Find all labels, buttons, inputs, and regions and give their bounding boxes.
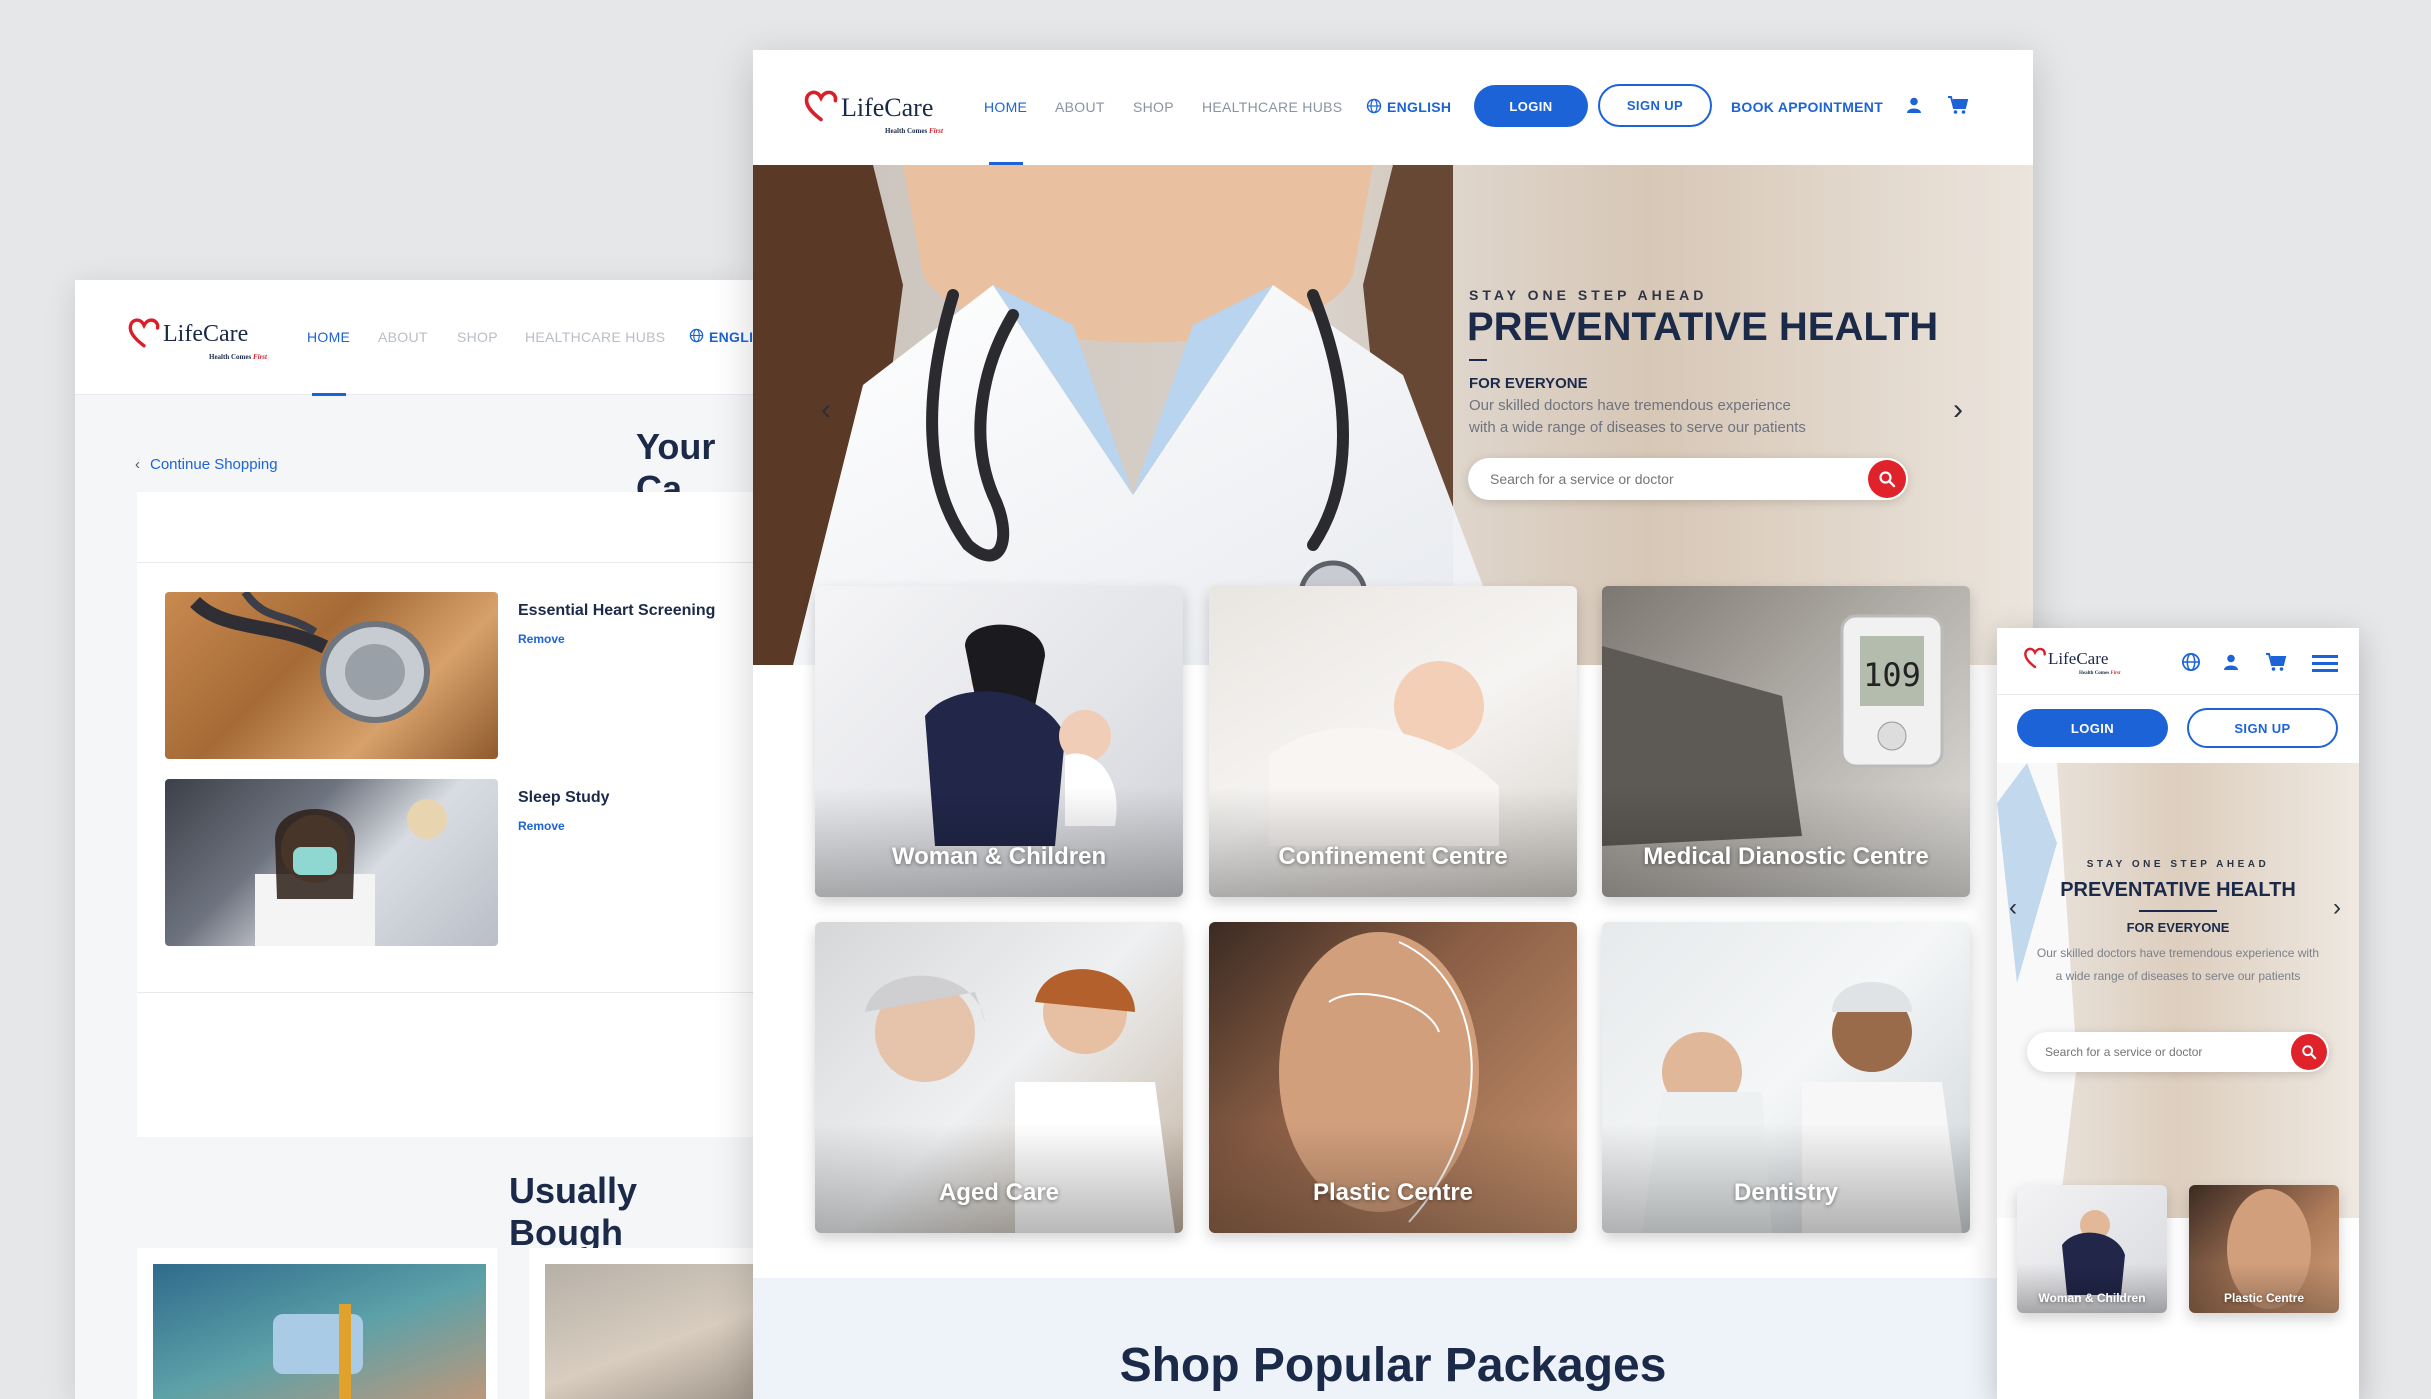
hub-card-label: Plastic Centre xyxy=(2223,1291,2305,1305)
product-image-dental xyxy=(545,1264,755,1399)
nav-active-indicator xyxy=(312,393,346,396)
nav-healthcare-hubs[interactable]: HEALTHCARE HUBS xyxy=(525,329,665,345)
nav-healthcare-hubs[interactable]: HEALTHCARE HUBS xyxy=(1202,99,1342,115)
brand-logo[interactable]: LifeCare Health Comes First xyxy=(2023,646,2120,676)
nav-about[interactable]: ABOUT xyxy=(1055,99,1105,115)
hub-card-label: Plastic Centre xyxy=(1312,1179,1474,1206)
svg-text:109: 109 xyxy=(1863,656,1921,694)
brand-tagline: Health Comes First xyxy=(2079,671,2121,676)
hub-card-label: Aged Care xyxy=(938,1179,1060,1206)
search-icon xyxy=(1879,471,1896,488)
mobile-home-window: LifeCare Health Comes First LOGIN SIGN U… xyxy=(1997,628,2359,1399)
nav-language[interactable]: ENGLI xyxy=(709,329,753,345)
brand-logo[interactable]: LifeCare Health Comes First xyxy=(127,316,267,361)
signup-button[interactable]: SIGN UP xyxy=(2187,708,2338,748)
hero-subtitle: FOR EVERYONE xyxy=(1469,375,1588,392)
user-icon[interactable] xyxy=(1905,96,1923,119)
hero-eyebrow: STAY ONE STEP AHEAD xyxy=(2086,859,2270,870)
nav-home[interactable]: HOME xyxy=(984,99,1027,115)
hero-divider xyxy=(1469,359,1487,361)
mobile-hub-card-woman-children[interactable]: Woman & Children xyxy=(2017,1185,2167,1313)
product-card[interactable] xyxy=(529,1248,755,1399)
brand-tagline: Health Comes First xyxy=(885,127,943,135)
hub-card-label: Woman & Children xyxy=(891,843,1107,870)
nav-shop[interactable]: SHOP xyxy=(457,329,498,345)
hub-card-diagnostic[interactable]: 109 Medical Dianostic Centre xyxy=(1602,586,1970,897)
desktop-header: LifeCare Health Comes First HOME ABOUT S… xyxy=(753,50,2033,165)
hero-subtitle: FOR EVERYONE xyxy=(2126,920,2230,935)
heart-logo-icon xyxy=(128,318,160,348)
cart-items-panel: Essential Heart Screening Remove Sleep S… xyxy=(137,492,755,1137)
menu-icon[interactable] xyxy=(2312,654,2338,677)
hub-card-confinement[interactable]: Confinement Centre xyxy=(1209,586,1577,897)
globe-icon[interactable] xyxy=(1366,98,1382,119)
heart-logo-icon xyxy=(804,90,838,122)
mobile-hub-card-plastic[interactable]: Plastic Centre xyxy=(2189,1185,2339,1313)
login-button[interactable]: LOGIN xyxy=(2017,709,2168,747)
globe-icon[interactable] xyxy=(2181,652,2201,677)
packages-section: Shop Popular Packages xyxy=(753,1278,2033,1399)
hub-card-label: Dentistry xyxy=(1733,1179,1839,1206)
globe-icon[interactable] xyxy=(689,328,704,348)
brand-name: LifeCare xyxy=(163,321,249,347)
cart-icon[interactable] xyxy=(1947,95,1969,120)
item-image-stethoscope xyxy=(165,592,498,759)
brand-name: LifeCare xyxy=(841,93,934,122)
packages-heading: Shop Popular Packages xyxy=(1119,1339,1667,1392)
hero-search-input[interactable] xyxy=(1488,470,1858,488)
hero-description-line1: Our skilled doctors have tremendous expe… xyxy=(1469,397,1791,414)
chevron-left-icon[interactable]: ‹ xyxy=(821,395,831,425)
item-image-sleep-study xyxy=(165,779,498,946)
remove-item-button[interactable]: Remove xyxy=(518,632,565,646)
cart-header: LifeCare Health Comes First HOME ABOUT S… xyxy=(75,280,755,396)
search-icon xyxy=(2302,1045,2317,1060)
signup-button[interactable]: SIGN UP xyxy=(1598,84,1712,127)
hub-card-label: Woman & Children xyxy=(2038,1291,2146,1305)
brand-name: LifeCare xyxy=(2048,649,2109,668)
nav-home[interactable]: HOME xyxy=(307,329,350,345)
product-image-surgeon xyxy=(153,1264,486,1399)
continue-shopping-link[interactable]: ‹ Continue Shopping xyxy=(135,456,278,473)
mobile-header: LifeCare Health Comes First LOGIN SIGN U… xyxy=(1997,628,2359,763)
nav-shop[interactable]: SHOP xyxy=(1133,99,1174,115)
usually-bought-heading: Usually Bough xyxy=(509,1170,638,1253)
brand-logo[interactable]: LifeCare Health Comes First xyxy=(803,88,943,135)
hub-card-aged-care[interactable]: Aged Care xyxy=(815,922,1183,1233)
chevron-right-icon[interactable]: › xyxy=(1953,395,1963,425)
hero-divider xyxy=(2139,910,2217,912)
cart-item-name: Essential Heart Screening xyxy=(518,602,716,619)
mobile-search-input[interactable] xyxy=(2043,1044,2283,1060)
nav-about[interactable]: ABOUT xyxy=(378,329,428,345)
hero-title: PREVENTATIVE HEALTH xyxy=(2060,879,2296,901)
hero-search-bar xyxy=(1468,458,1908,500)
hub-card-woman-children[interactable]: Woman & Children xyxy=(815,586,1183,897)
hero-description: Our skilled doctors have tremendous expe… xyxy=(2036,946,2320,983)
cart-item-name: Sleep Study xyxy=(518,789,610,806)
heart-logo-icon xyxy=(2024,647,2046,669)
hub-card-plastic[interactable]: Plastic Centre xyxy=(1209,922,1577,1233)
chevron-left-icon: ‹ xyxy=(135,456,140,473)
hub-card-label: Confinement Centre xyxy=(1278,843,1508,870)
mobile-search-bar xyxy=(2027,1032,2329,1072)
remove-item-button[interactable]: Remove xyxy=(518,819,565,833)
hero-eyebrow: STAY ONE STEP AHEAD xyxy=(1469,287,1708,303)
chevron-left-icon[interactable]: ‹ xyxy=(2009,896,2017,920)
product-card[interactable] xyxy=(137,1248,497,1399)
brand-tagline: Health Comes First xyxy=(209,353,267,361)
mobile-hero: STAY ONE STEP AHEAD PREVENTATIVE HEALTH … xyxy=(1997,763,2359,1399)
desktop-home-window: LifeCare Health Comes First HOME ABOUT S… xyxy=(753,50,2033,1399)
hub-card-label: Medical Dianostic Centre xyxy=(1643,843,1929,870)
search-button[interactable] xyxy=(2291,1034,2327,1070)
login-button[interactable]: LOGIN xyxy=(1474,85,1588,127)
cart-icon[interactable] xyxy=(2265,652,2287,677)
hero-title: PREVENTATIVE HEALTH xyxy=(1467,305,1939,349)
cart-page-window: LifeCare Health Comes First HOME ABOUT S… xyxy=(75,280,755,1399)
nav-language[interactable]: ENGLISH xyxy=(1387,99,1451,115)
hub-card-dentistry[interactable]: Dentistry xyxy=(1602,922,1970,1233)
search-button[interactable] xyxy=(1868,460,1906,498)
book-appointment-link[interactable]: BOOK APPOINTMENT xyxy=(1731,99,1883,115)
user-icon[interactable] xyxy=(2222,653,2240,676)
chevron-right-icon[interactable]: › xyxy=(2333,896,2341,920)
hero-description-line2: with a wide range of diseases to serve o… xyxy=(1469,419,1806,436)
